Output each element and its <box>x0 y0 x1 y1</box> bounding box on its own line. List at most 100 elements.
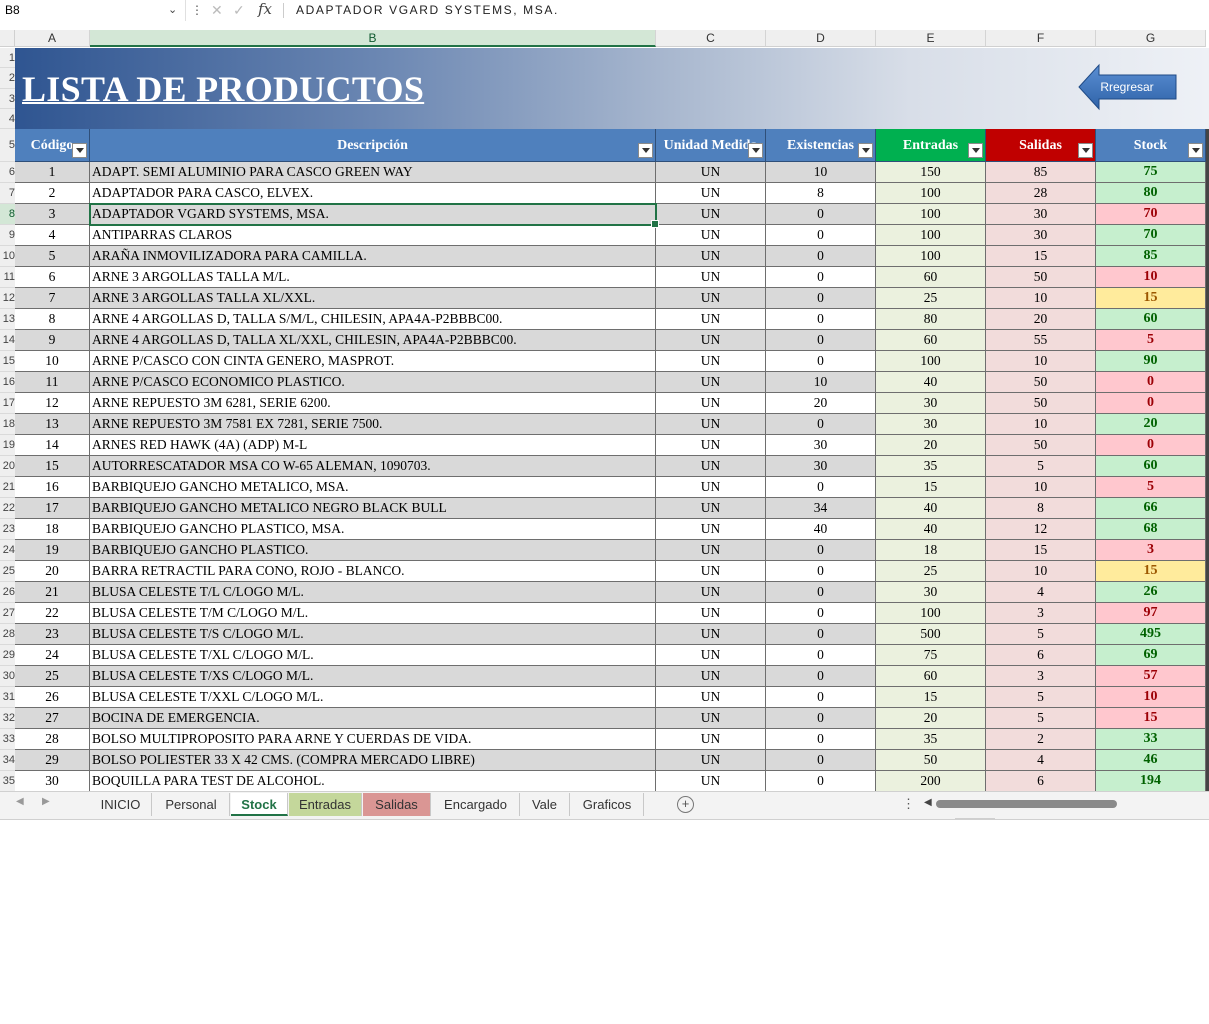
sheet-tab-inicio[interactable]: INICIO <box>90 793 152 816</box>
cell-unidad[interactable]: UN <box>656 372 766 393</box>
cell-descripcion[interactable]: BARBIQUEJO GANCHO PLASTICO. <box>90 540 656 561</box>
cell-codigo[interactable]: 8 <box>15 309 90 330</box>
back-arrow-button[interactable]: Rregresar <box>1077 62 1177 112</box>
cell-stock[interactable]: 0 <box>1096 393 1206 414</box>
cell-entradas[interactable]: 60 <box>876 330 986 351</box>
cell-unidad[interactable]: UN <box>656 330 766 351</box>
sheet-tab-personal[interactable]: Personal <box>153 793 230 816</box>
sheet-tab-graficos[interactable]: Graficos <box>571 793 644 816</box>
row-header[interactable]: 13 <box>0 309 15 330</box>
column-header-g[interactable]: G <box>1096 30 1206 47</box>
cell-entradas[interactable]: 100 <box>876 351 986 372</box>
cell-codigo[interactable]: 5 <box>15 246 90 267</box>
cell-stock[interactable]: 60 <box>1096 309 1206 330</box>
cell-salidas[interactable]: 15 <box>986 540 1096 561</box>
cell-stock[interactable]: 70 <box>1096 225 1206 246</box>
cell-unidad[interactable]: UN <box>656 288 766 309</box>
cell-salidas[interactable]: 30 <box>986 225 1096 246</box>
cell-codigo[interactable]: 30 <box>15 771 90 791</box>
cell-codigo[interactable]: 27 <box>15 708 90 729</box>
cell-codigo[interactable]: 1 <box>15 162 90 183</box>
cell-descripcion[interactable]: ADAPT. SEMI ALUMINIO PARA CASCO GREEN WA… <box>90 162 656 183</box>
cell-salidas[interactable]: 5 <box>986 687 1096 708</box>
cell-entradas[interactable]: 100 <box>876 204 986 225</box>
cell-descripcion[interactable]: ANTIPARRAS CLAROS <box>90 225 656 246</box>
cell-unidad[interactable]: UN <box>656 456 766 477</box>
cell-existencias[interactable]: 8 <box>766 183 876 204</box>
row-header[interactable]: 19 <box>0 435 15 456</box>
cell-stock[interactable]: 15 <box>1096 708 1206 729</box>
scroll-left-icon[interactable]: ◀ <box>924 797 932 808</box>
cell-descripcion[interactable]: BOQUILLA PARA TEST DE ALCOHOL. <box>90 771 656 791</box>
cell-codigo[interactable]: 10 <box>15 351 90 372</box>
next-sheet-icon[interactable]: ▶ <box>42 796 50 807</box>
cell-stock[interactable]: 15 <box>1096 288 1206 309</box>
cell-existencias[interactable]: 0 <box>766 582 876 603</box>
row-header[interactable]: 22 <box>0 498 15 519</box>
row-header[interactable]: 20 <box>0 456 15 477</box>
cell-entradas[interactable]: 18 <box>876 540 986 561</box>
cell-stock[interactable]: 57 <box>1096 666 1206 687</box>
row-header[interactable]: 18 <box>0 414 15 435</box>
row-header[interactable]: 9 <box>0 225 15 246</box>
cell-descripcion[interactable]: BOLSO POLIESTER 33 X 42 CMS. (COMPRA MER… <box>90 750 656 771</box>
cell-codigo[interactable]: 2 <box>15 183 90 204</box>
cell-entradas[interactable]: 35 <box>876 456 986 477</box>
cell-entradas[interactable]: 100 <box>876 603 986 624</box>
cell-codigo[interactable]: 15 <box>15 456 90 477</box>
filter-dropdown-icon[interactable] <box>1078 143 1093 158</box>
cell-existencias[interactable]: 34 <box>766 498 876 519</box>
worksheet-grid[interactable]: ABCDEFG 1 2 3 4 5 6 7 8 9 10 11 12 13 14 15 16 17 18 19 20 2… <box>0 22 1209 791</box>
cancel-x-icon[interactable]: ✕ <box>211 0 223 20</box>
row-header[interactable]: 16 <box>0 372 15 393</box>
cell-descripcion[interactable]: ARNE 4 ARGOLLAS D, TALLA S/M/L, CHILESIN… <box>90 309 656 330</box>
cell-stock[interactable]: 0 <box>1096 372 1206 393</box>
row-header[interactable]: 25 <box>0 561 15 582</box>
cell-descripcion[interactable]: ARNE 3 ARGOLLAS TALLA XL/XXL. <box>90 288 656 309</box>
row-header[interactable]: 28 <box>0 624 15 645</box>
cell-existencias[interactable]: 20 <box>766 393 876 414</box>
column-header-a[interactable]: A <box>15 30 90 47</box>
cell-unidad[interactable]: UN <box>656 498 766 519</box>
cell-unidad[interactable]: UN <box>656 645 766 666</box>
cell-descripcion[interactable]: ARNE REPUESTO 3M 7581 EX 7281, SERIE 750… <box>90 414 656 435</box>
cell-codigo[interactable]: 7 <box>15 288 90 309</box>
sheet-tab-stock[interactable]: Stock <box>231 793 288 816</box>
cell-descripcion[interactable]: AUTORRESCATADOR MSA CO W-65 ALEMAN, 1090… <box>90 456 656 477</box>
cell-descripcion[interactable]: ARNE 4 ARGOLLAS D, TALLA XL/XXL, CHILESI… <box>90 330 656 351</box>
cell-existencias[interactable]: 0 <box>766 477 876 498</box>
cell-existencias[interactable]: 0 <box>766 666 876 687</box>
column-header-d[interactable]: D <box>766 30 876 47</box>
cell-descripcion[interactable]: BLUSA CELESTE T/S C/LOGO M/L. <box>90 624 656 645</box>
cell-descripcion[interactable]: BLUSA CELESTE T/XL C/LOGO M/L. <box>90 645 656 666</box>
cell-entradas[interactable]: 30 <box>876 414 986 435</box>
cell-salidas[interactable]: 50 <box>986 267 1096 288</box>
cell-codigo[interactable]: 13 <box>15 414 90 435</box>
cell-salidas[interactable]: 50 <box>986 393 1096 414</box>
cell-salidas[interactable]: 50 <box>986 372 1096 393</box>
filter-dropdown-icon[interactable] <box>858 143 873 158</box>
cell-codigo[interactable]: 6 <box>15 267 90 288</box>
cell-existencias[interactable]: 0 <box>766 750 876 771</box>
cell-existencias[interactable]: 0 <box>766 561 876 582</box>
cell-salidas[interactable]: 3 <box>986 603 1096 624</box>
cell-stock[interactable]: 85 <box>1096 246 1206 267</box>
cell-descripcion[interactable]: ADAPTADOR PARA CASCO, ELVEX. <box>90 183 656 204</box>
row-header[interactable]: 15 <box>0 351 15 372</box>
cell-codigo[interactable]: 18 <box>15 519 90 540</box>
cell-unidad[interactable]: UN <box>656 267 766 288</box>
cell-codigo[interactable]: 12 <box>15 393 90 414</box>
cell-existencias[interactable]: 0 <box>766 771 876 791</box>
cell-stock[interactable]: 97 <box>1096 603 1206 624</box>
row-header[interactable]: 26 <box>0 582 15 603</box>
cell-salidas[interactable]: 10 <box>986 414 1096 435</box>
cell-salidas[interactable]: 50 <box>986 435 1096 456</box>
row-header[interactable]: 30 <box>0 666 15 687</box>
cell-existencias[interactable]: 0 <box>766 624 876 645</box>
cell-unidad[interactable]: UN <box>656 435 766 456</box>
cell-codigo[interactable]: 14 <box>15 435 90 456</box>
column-header-b[interactable]: B <box>90 30 656 47</box>
cell-salidas[interactable]: 85 <box>986 162 1096 183</box>
column-header-e[interactable]: E <box>876 30 986 47</box>
cell-descripcion[interactable]: BARRA RETRACTIL PARA CONO, ROJO - BLANCO… <box>90 561 656 582</box>
